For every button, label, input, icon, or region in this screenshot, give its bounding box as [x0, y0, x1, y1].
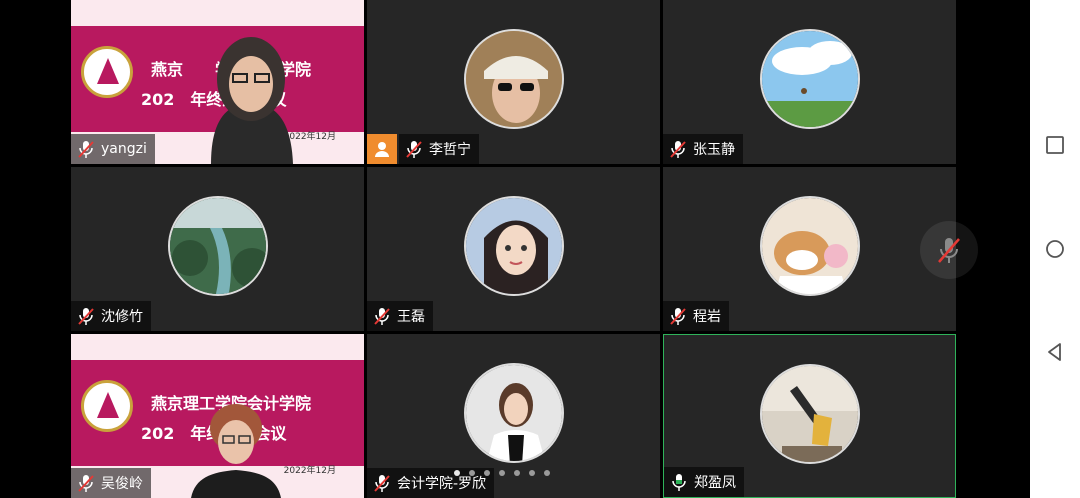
page-dot[interactable] — [544, 470, 550, 476]
avatar — [167, 196, 268, 296]
mic-muted-icon — [374, 308, 390, 325]
participant-name: 张玉静 — [693, 142, 735, 158]
mic-muted-icon — [670, 141, 686, 158]
page-dot[interactable] — [484, 470, 490, 476]
video-tile-lizhening[interactable]: 李哲宁 — [367, 0, 660, 164]
video-tile-wanglei[interactable]: 王磊 — [367, 167, 660, 331]
video-tile-zhengyingfeng[interactable]: 郑盈凤 — [663, 334, 956, 498]
video-tile-zhangyujing[interactable]: 张玉静 — [663, 0, 956, 164]
participant-name: 王磊 — [397, 309, 425, 325]
page-dot[interactable] — [499, 470, 505, 476]
participant-name: 郑盈凤 — [694, 475, 736, 491]
avatar — [463, 196, 564, 296]
mic-muted-icon — [374, 475, 390, 492]
nameplate: 沈修竹 — [71, 301, 151, 331]
avatar — [759, 196, 860, 296]
mic-icon — [672, 474, 686, 491]
page-indicator[interactable] — [454, 470, 550, 476]
nameplate: 吴俊岭 — [71, 468, 151, 498]
video-tile-shenxiuzhu[interactable]: 沈修竹 — [71, 167, 364, 331]
participant-name: 沈修竹 — [101, 309, 143, 325]
system-nav-bar — [1030, 0, 1080, 498]
nameplate: yangzi — [71, 134, 155, 164]
nameplate: 张玉静 — [663, 134, 743, 164]
page-dot[interactable] — [469, 470, 475, 476]
host-icon — [367, 134, 397, 164]
participant-name: 吴俊岭 — [101, 476, 143, 492]
video-tile-chengyan[interactable]: 程岩 — [663, 167, 956, 331]
participant-video — [191, 404, 281, 498]
participant-name: 李哲宁 — [429, 142, 471, 158]
participant-video — [211, 37, 293, 164]
avatar — [759, 364, 860, 464]
mic-muted-icon — [406, 141, 422, 158]
mic-muted-icon — [78, 308, 94, 325]
mic-muted-icon — [78, 141, 94, 158]
avatar — [759, 29, 860, 129]
school-logo — [81, 46, 133, 98]
video-tile-wujunling[interactable]: 燕京理工学院会计学院 202 年终述职会议 2022年12月 吴俊岭 — [71, 334, 364, 498]
mic-muted-icon — [938, 238, 960, 263]
nameplate: 程岩 — [663, 301, 729, 331]
video-tile-yangzi[interactable]: 燕京 学院会计学院 202 年终述职会议 2022年12月 yangzi — [71, 0, 364, 164]
mic-muted-icon — [670, 308, 686, 325]
nameplate: 王磊 — [367, 301, 433, 331]
avatar — [463, 363, 564, 463]
participant-name: yangzi — [101, 141, 147, 157]
school-logo — [81, 380, 133, 432]
back-triangle-icon[interactable] — [1045, 342, 1065, 362]
avatar — [463, 29, 564, 129]
circle-icon[interactable] — [1045, 239, 1065, 259]
participant-name: 会计学院-罗欣 — [397, 476, 487, 492]
slide-date: 2022年12月 — [283, 466, 336, 476]
page-dot[interactable] — [514, 470, 520, 476]
video-grid: 燕京 学院会计学院 202 年终述职会议 2022年12月 yangzi — [71, 0, 956, 498]
nameplate: 李哲宁 — [399, 134, 479, 164]
page-dot[interactable] — [529, 470, 535, 476]
nameplate: 郑盈凤 — [664, 467, 744, 497]
mic-muted-icon — [78, 475, 94, 492]
page-dot[interactable] — [454, 470, 460, 476]
participant-name: 程岩 — [693, 309, 721, 325]
square-icon[interactable] — [1045, 135, 1065, 155]
floating-mute-button[interactable] — [920, 221, 978, 279]
